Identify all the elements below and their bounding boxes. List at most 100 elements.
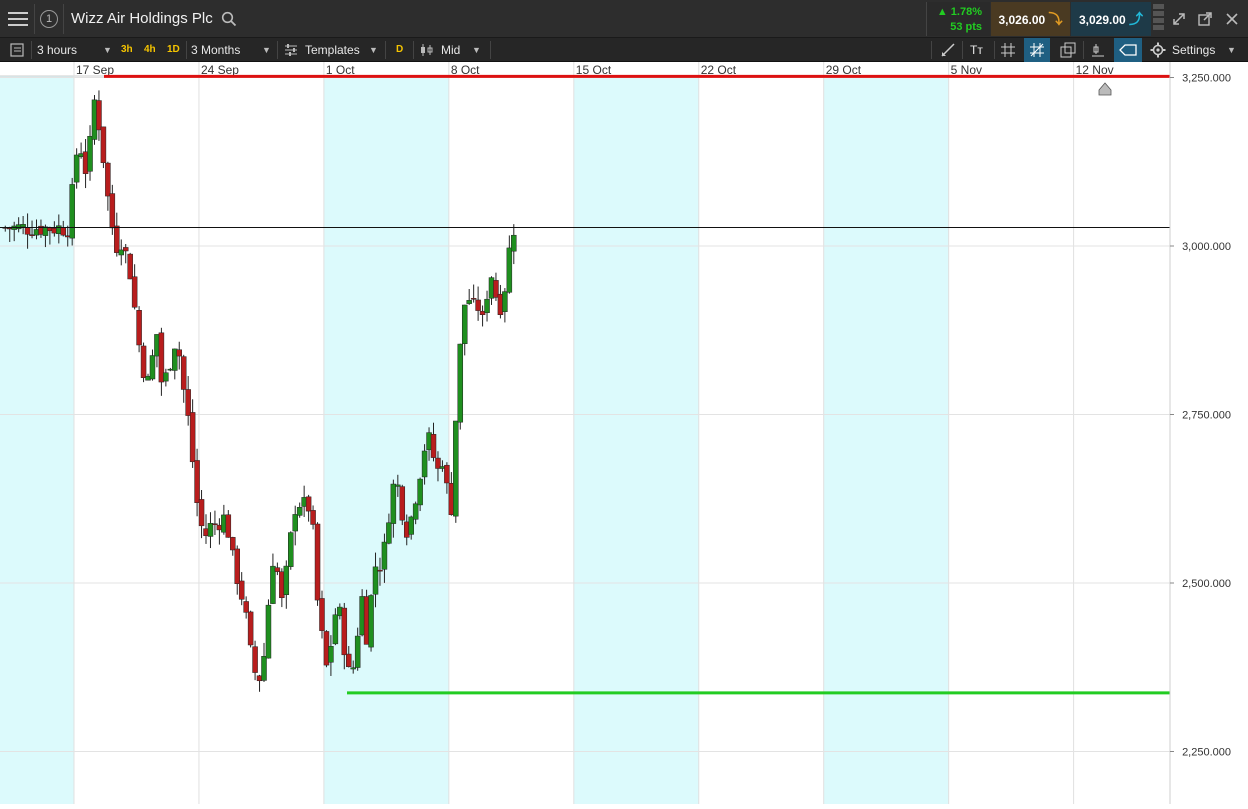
candlestick-chart[interactable]: 17 Sep 24 Sep 1 Oct 8 Oct 15 Oct 22 Oct 29 Oct… [0, 62, 1248, 804]
range-dropdown[interactable]: 3 Months [191, 38, 240, 62]
crosshair-grid-button[interactable] [1024, 38, 1050, 62]
range-label: 3 Months [191, 43, 241, 57]
interval-4h-button[interactable]: 4h [144, 38, 156, 62]
templates-dropdown[interactable]: Templates [305, 38, 360, 62]
candle-body [243, 601, 249, 613]
candle-body [198, 499, 205, 527]
candle-body [412, 503, 419, 520]
candle-body [225, 514, 232, 538]
candle-body [305, 496, 312, 512]
slot-number-badge[interactable]: 1 [40, 10, 58, 28]
candle-body [350, 667, 356, 670]
slot-number: 1 [45, 13, 53, 25]
candle-body [105, 162, 111, 197]
candle-body [60, 227, 67, 236]
price-label-button[interactable] [1114, 38, 1142, 62]
chevron-down-icon: ▼ [472, 45, 481, 55]
candle-body [114, 225, 120, 253]
candle-body [395, 484, 401, 487]
text-tool-button[interactable]: Tт [970, 38, 983, 62]
price-type-dropdown[interactable]: Mid [441, 38, 460, 62]
chevron-down-icon: ▼ [262, 45, 271, 55]
candle-body [292, 514, 298, 532]
candle-body [207, 523, 214, 537]
y-tick-label: 3,000.000 [1182, 241, 1231, 253]
candle-body [511, 234, 517, 252]
price-tag-icon [1119, 44, 1137, 56]
candle-body [453, 420, 459, 517]
indicator-icon[interactable] [1090, 42, 1106, 58]
chart-toolbar: 3 hours ▼ 3h 4h 1D 3 Months ▼ Templates … [0, 38, 1248, 62]
candle-body [386, 522, 392, 544]
d-button[interactable]: D [396, 38, 403, 62]
candle-body [122, 247, 129, 252]
close-icon[interactable] [1225, 12, 1239, 26]
candle-body [100, 126, 107, 163]
candle-body [265, 604, 272, 659]
grid-icon[interactable] [1000, 42, 1016, 58]
change-percent: 1.78% [950, 6, 982, 18]
depth-ladder-icon[interactable] [1153, 4, 1164, 34]
search-icon[interactable] [221, 11, 237, 27]
layers-icon[interactable] [1060, 42, 1076, 58]
y-tick-label: 3,250.000 [1182, 73, 1231, 85]
candle-body [73, 154, 80, 183]
candle-body [296, 507, 303, 516]
candle-body [131, 276, 138, 308]
price-chart[interactable]: 17 Sep 24 Sep 1 Oct 8 Oct 15 Oct 22 Oct 29 Oct… [0, 62, 1248, 804]
down-arrow-icon: ⤵ [1048, 11, 1063, 27]
candle-body [444, 464, 450, 484]
pop-out-icon[interactable] [1197, 11, 1213, 27]
top-bar: 1 Wizz Air Holdings Plc ▲ 1.78% 53 pts 3… [0, 0, 1248, 38]
candle-body [149, 355, 156, 380]
candle-body [230, 537, 236, 551]
divider [490, 41, 491, 59]
candle-body [368, 595, 374, 648]
candle-body [421, 450, 428, 478]
candle-body [314, 523, 321, 601]
y-axis-area [1170, 62, 1248, 804]
divider [1083, 41, 1084, 59]
candle-body [247, 611, 254, 646]
divider [994, 41, 995, 59]
candle-body [194, 460, 200, 503]
candle-body [466, 300, 472, 304]
interval-1d-button[interactable]: 1D [167, 38, 180, 62]
candle-body [180, 356, 187, 390]
expand-icon[interactable] [1171, 11, 1187, 27]
settings-gear-icon[interactable] [1150, 42, 1166, 58]
settings-button[interactable]: Settings [1172, 38, 1215, 62]
change-percent-row: ▲ 1.78% [937, 6, 982, 18]
hamburger-menu-icon[interactable] [8, 11, 28, 27]
buy-price-button[interactable]: 3,029.00 ⤴ [1071, 2, 1151, 36]
y-tick-label: 2,250.000 [1182, 747, 1231, 759]
candle-body [475, 299, 481, 311]
candle-body [136, 310, 142, 346]
divider [962, 41, 963, 59]
candle-body [176, 349, 182, 357]
divider [31, 41, 32, 59]
up-trend-arrow-icon: ⤴ [1129, 11, 1144, 27]
list-icon[interactable] [10, 43, 24, 57]
candle-body [346, 653, 352, 667]
up-arrow-icon: ▲ [936, 6, 948, 18]
candle-body [502, 291, 508, 312]
candle-body [310, 510, 316, 525]
candlestick-type-icon[interactable] [419, 42, 435, 58]
candle-body [319, 598, 325, 631]
candle-body [87, 136, 93, 172]
candle-body [140, 345, 147, 379]
sell-price-button[interactable]: 3,026.00 ⤵ [991, 2, 1070, 36]
divider [931, 41, 932, 59]
candle-body [377, 569, 383, 572]
candle-body [484, 298, 490, 313]
draw-line-icon[interactable] [940, 42, 956, 58]
candle-body [381, 541, 388, 570]
candle-body [417, 478, 423, 506]
y-tick-label: 2,500.000 [1182, 578, 1231, 590]
instrument-title[interactable]: Wizz Air Holdings Plc [71, 0, 213, 38]
candle-body [163, 372, 169, 382]
candle-body [20, 224, 26, 228]
candle-body [127, 253, 133, 280]
interval-3h-button[interactable]: 3h [121, 38, 133, 62]
